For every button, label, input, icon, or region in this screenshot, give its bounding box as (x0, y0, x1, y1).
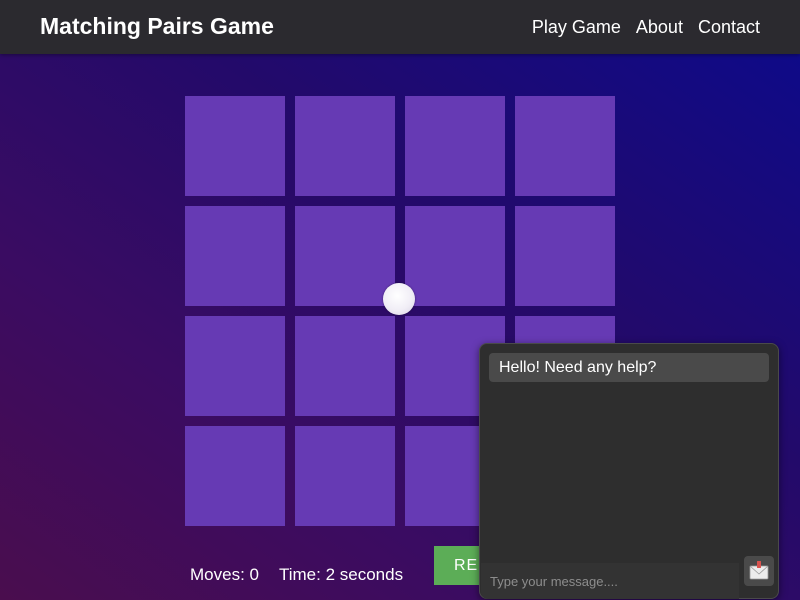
envelope-icon (749, 561, 769, 580)
card-6[interactable] (295, 206, 395, 306)
card-8[interactable] (515, 206, 615, 306)
cursor-indicator (383, 283, 415, 315)
card-14[interactable] (295, 426, 395, 526)
card-7[interactable] (405, 206, 505, 306)
card-3[interactable] (405, 96, 505, 196)
chat-input[interactable] (481, 563, 739, 599)
chat-widget: Hello! Need any help? (479, 343, 779, 599)
card-5[interactable] (185, 206, 285, 306)
chat-message: Hello! Need any help? (489, 353, 769, 382)
card-1[interactable] (185, 96, 285, 196)
card-2[interactable] (295, 96, 395, 196)
card-9[interactable] (185, 316, 285, 416)
nav-link-play-game[interactable]: Play Game (532, 17, 621, 38)
navbar: Matching Pairs Game Play Game About Cont… (0, 0, 800, 54)
card-4[interactable] (515, 96, 615, 196)
nav-links: Play Game About Contact (532, 17, 760, 38)
nav-link-contact[interactable]: Contact (698, 17, 760, 38)
card-13[interactable] (185, 426, 285, 526)
site-title: Matching Pairs Game (40, 13, 274, 39)
timer: Time: 2 seconds (278, 565, 404, 584)
card-10[interactable] (295, 316, 395, 416)
game-stats: Moves: 0 Time: 2 seconds (190, 565, 403, 585)
nav-link-about[interactable]: About (636, 17, 683, 38)
moves-counter: Moves: 0 (190, 565, 259, 584)
send-button[interactable] (744, 556, 774, 586)
